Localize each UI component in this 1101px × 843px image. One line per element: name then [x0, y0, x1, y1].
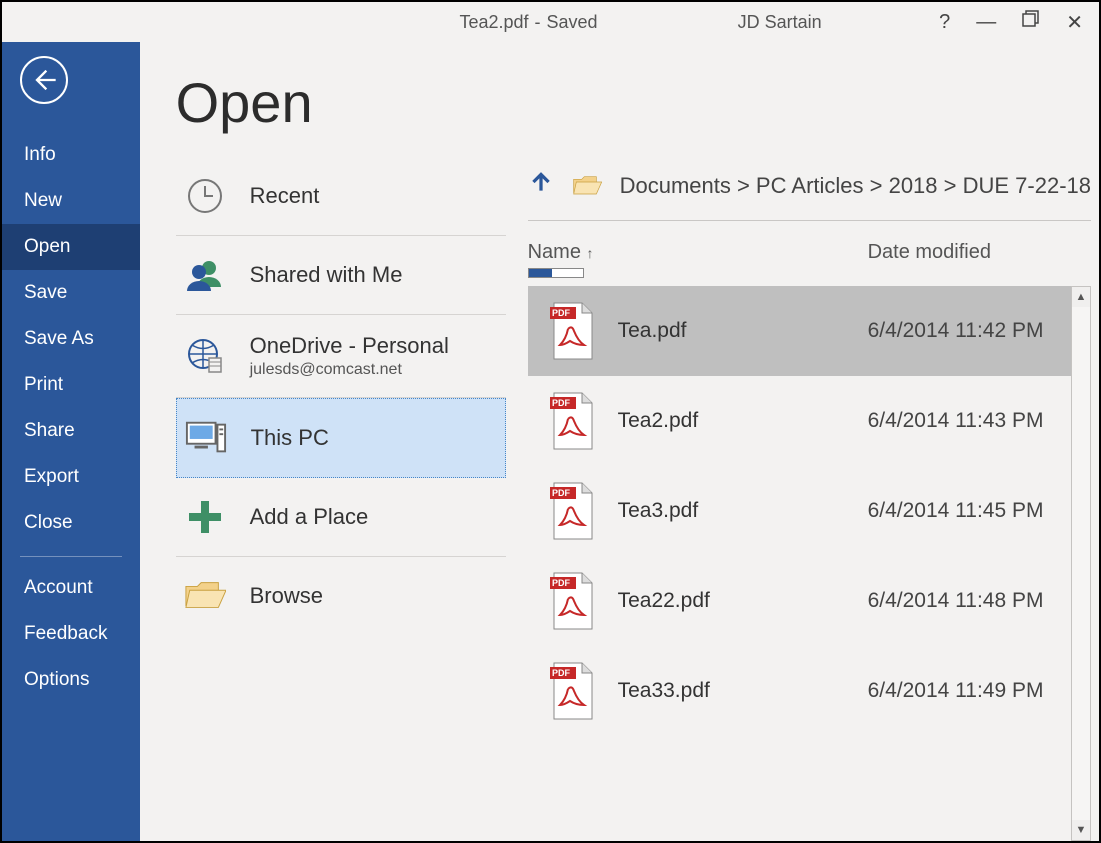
file-date: 6/4/2014 11:43 PM	[868, 409, 1071, 433]
location-label: Recent	[250, 183, 320, 209]
scroll-track[interactable]	[1072, 307, 1090, 820]
scroll-up-icon[interactable]: ▲	[1072, 287, 1090, 307]
folder-open-icon	[572, 174, 602, 198]
page-title: Open	[176, 70, 1099, 135]
svg-text:PDF: PDF	[552, 488, 571, 498]
back-button[interactable]	[20, 56, 68, 104]
nav-info[interactable]: Info	[2, 132, 140, 178]
svg-text:PDF: PDF	[552, 308, 571, 318]
file-list: PDF Tea.pdf 6/4/2014 11:42 PM PDF Tea2.p…	[528, 286, 1071, 841]
location-recent[interactable]: Recent	[176, 157, 506, 236]
help-icon[interactable]: ?	[939, 11, 950, 34]
nav-new[interactable]: New	[2, 178, 140, 224]
nav-feedback[interactable]: Feedback	[2, 611, 140, 657]
close-icon[interactable]: ✕	[1066, 10, 1083, 35]
column-resize-indicator[interactable]	[528, 268, 584, 278]
location-label: Add a Place	[250, 504, 369, 530]
nav-close[interactable]: Close	[2, 500, 140, 546]
svg-text:PDF: PDF	[552, 668, 571, 678]
minimize-icon[interactable]: —	[976, 11, 996, 34]
nav-divider	[20, 556, 122, 557]
file-row[interactable]: PDF Tea3.pdf 6/4/2014 11:45 PM	[528, 466, 1071, 556]
location-list: Recent Shared with Me	[176, 157, 506, 841]
pdf-file-icon: PDF	[528, 661, 618, 721]
nav-share[interactable]: Share	[2, 408, 140, 454]
people-icon	[184, 254, 226, 296]
location-label: OneDrive - Personal	[250, 333, 449, 359]
location-label: Browse	[250, 583, 323, 609]
scroll-down-icon[interactable]: ▼	[1072, 820, 1090, 840]
nav-save[interactable]: Save	[2, 270, 140, 316]
location-onedrive[interactable]: OneDrive - Personal julesds@comcast.net	[176, 315, 506, 398]
file-row[interactable]: PDF Tea33.pdf 6/4/2014 11:49 PM	[528, 646, 1071, 736]
file-pane: Documents > PC Articles > 2018 > DUE 7-2…	[506, 157, 1099, 841]
file-row[interactable]: PDF Tea22.pdf 6/4/2014 11:48 PM	[528, 556, 1071, 646]
nav-options[interactable]: Options	[2, 657, 140, 703]
svg-text:PDF: PDF	[552, 578, 571, 588]
pdf-file-icon: PDF	[528, 391, 618, 451]
location-shared[interactable]: Shared with Me	[176, 236, 506, 315]
pdf-file-icon: PDF	[528, 481, 618, 541]
document-name: Tea2.pdf	[459, 12, 528, 33]
breadcrumb-row: Documents > PC Articles > 2018 > DUE 7-2…	[528, 157, 1091, 221]
file-name: Tea.pdf	[618, 319, 868, 343]
nav-account[interactable]: Account	[2, 565, 140, 611]
pdf-file-icon: PDF	[528, 571, 618, 631]
nav-export[interactable]: Export	[2, 454, 140, 500]
clock-icon	[184, 175, 226, 217]
location-browse[interactable]: Browse	[176, 557, 506, 635]
nav-open[interactable]: Open	[2, 224, 140, 270]
location-add-place[interactable]: Add a Place	[176, 478, 506, 557]
file-name: Tea22.pdf	[618, 589, 868, 613]
file-list-header: Name ↑ Date modified	[528, 221, 1091, 286]
location-sublabel: julesds@comcast.net	[250, 361, 449, 379]
nav-save-as[interactable]: Save As	[2, 316, 140, 362]
location-this-pc[interactable]: This PC	[176, 398, 506, 478]
pdf-file-icon: PDF	[528, 301, 618, 361]
svg-text:PDF: PDF	[552, 398, 571, 408]
title-bar: Tea2.pdf - Saved JD Sartain ? — ✕	[2, 2, 1099, 42]
backstage-sidebar: Info New Open Save Save As Print Share E…	[2, 42, 140, 841]
file-name: Tea33.pdf	[618, 679, 868, 703]
file-name: Tea3.pdf	[618, 499, 868, 523]
location-label: Shared with Me	[250, 262, 403, 288]
restore-icon[interactable]	[1022, 10, 1040, 34]
folder-open-icon	[184, 575, 226, 617]
pc-icon	[185, 417, 227, 459]
user-name: JD Sartain	[738, 12, 822, 33]
column-date[interactable]: Date modified	[868, 241, 991, 263]
breadcrumb[interactable]: Documents > PC Articles > 2018 > DUE 7-2…	[620, 173, 1091, 199]
column-name[interactable]: Name	[528, 241, 581, 263]
file-row[interactable]: PDF Tea.pdf 6/4/2014 11:42 PM	[528, 286, 1071, 376]
folder-up-icon[interactable]	[528, 169, 554, 202]
nav-print[interactable]: Print	[2, 362, 140, 408]
file-date: 6/4/2014 11:45 PM	[868, 499, 1071, 523]
location-label: This PC	[251, 425, 329, 451]
vertical-scrollbar[interactable]: ▲ ▼	[1071, 286, 1091, 841]
globe-icon	[184, 335, 226, 377]
file-name: Tea2.pdf	[618, 409, 868, 433]
document-status: Saved	[547, 12, 598, 33]
file-date: 6/4/2014 11:42 PM	[868, 319, 1071, 343]
plus-icon	[184, 496, 226, 538]
content-area: Open Recent Share	[140, 42, 1099, 841]
sort-asc-icon[interactable]: ↑	[587, 245, 594, 261]
file-date: 6/4/2014 11:48 PM	[868, 589, 1071, 613]
file-row[interactable]: PDF Tea2.pdf 6/4/2014 11:43 PM	[528, 376, 1071, 466]
document-title: Tea2.pdf - Saved	[459, 12, 597, 33]
file-date: 6/4/2014 11:49 PM	[868, 679, 1071, 703]
